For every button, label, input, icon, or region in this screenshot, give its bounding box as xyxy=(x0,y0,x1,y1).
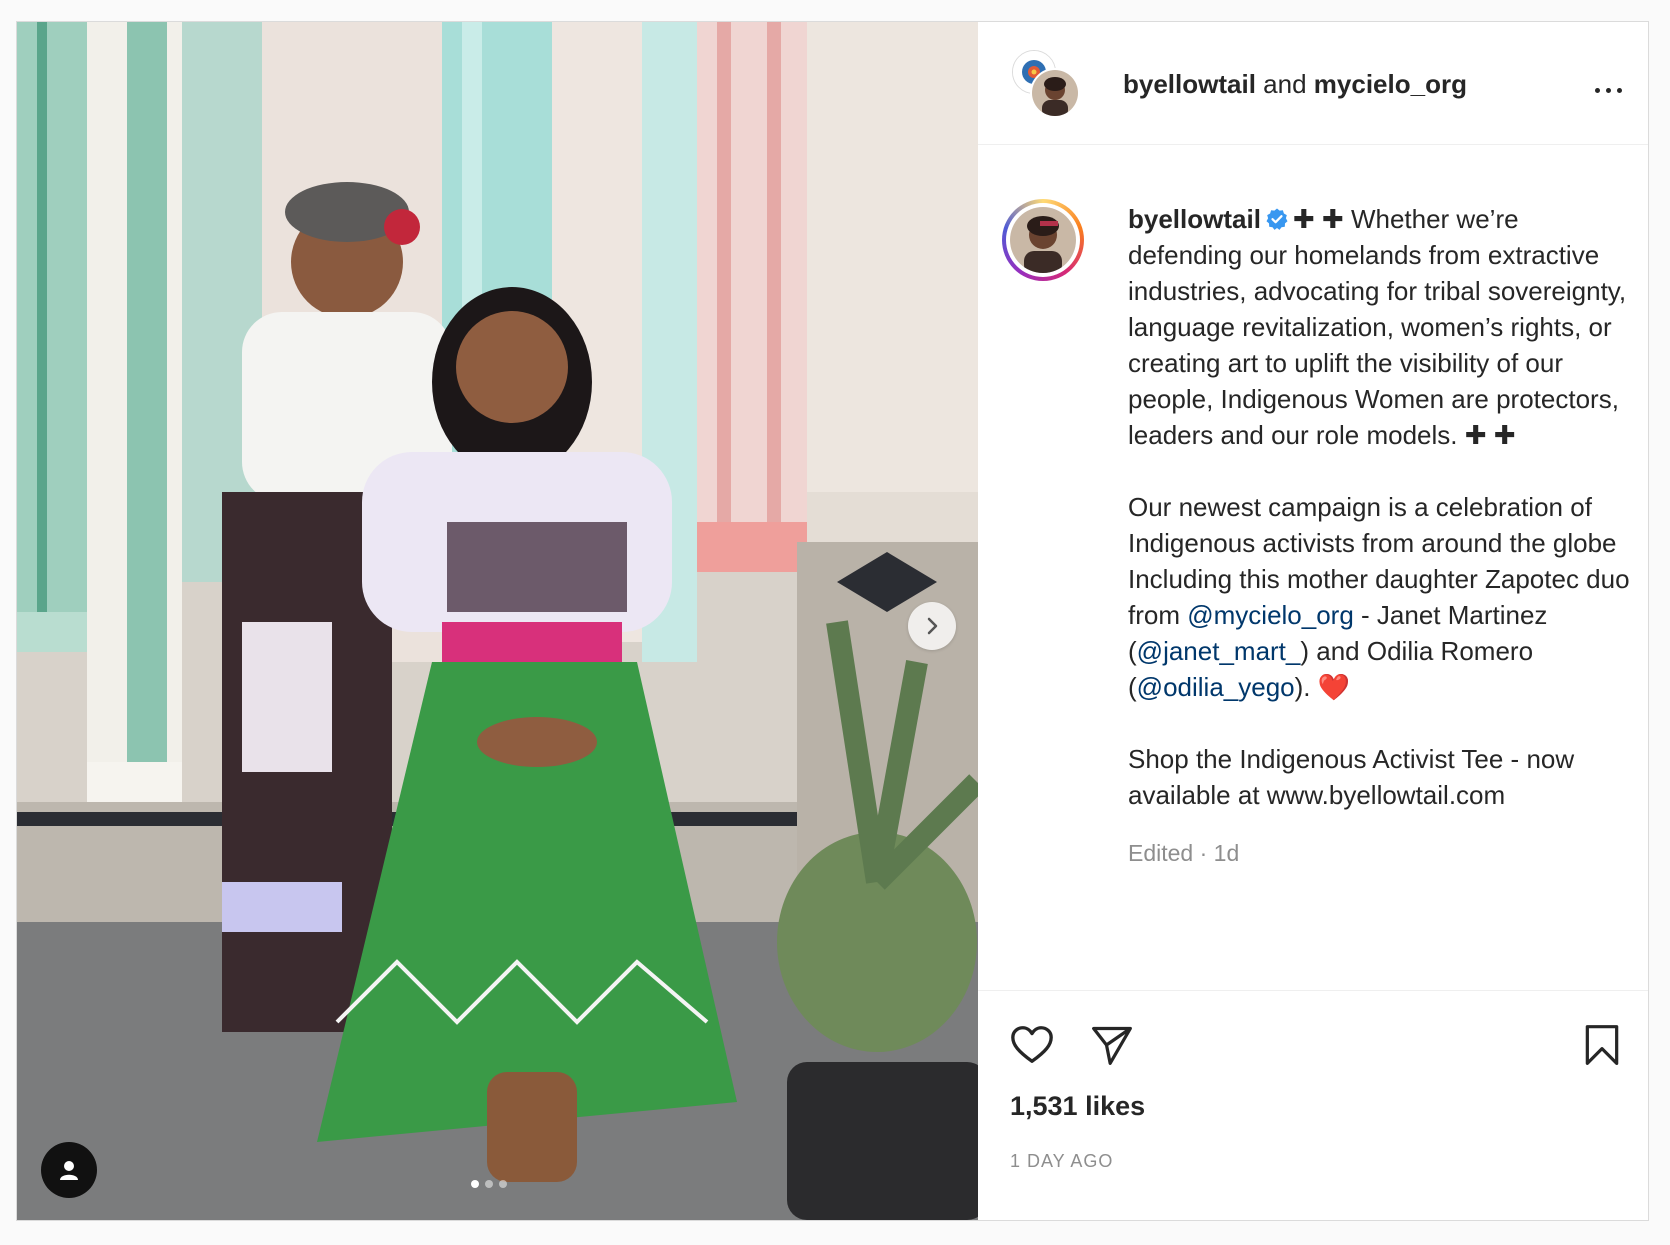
user-tag-icon xyxy=(60,1161,78,1180)
post-side-panel: byellowtail and mycielo_org byellowtail … xyxy=(978,22,1648,1220)
tagged-users-button[interactable] xyxy=(41,1142,97,1198)
caption-paragraph-3: Shop the Indigenous Activist Tee - now a… xyxy=(1128,744,1575,810)
share-button[interactable] xyxy=(1088,1021,1136,1069)
save-button[interactable] xyxy=(1578,1021,1626,1069)
caption-area: byellowtail ✚ ✚ Whether we’re defending … xyxy=(978,145,1648,990)
carousel-dot xyxy=(485,1180,493,1188)
author-username[interactable]: byellowtail xyxy=(1123,69,1256,99)
caption-paragraph-1: ✚ ✚ Whether we’re defending our homeland… xyxy=(1128,204,1627,450)
mention-link[interactable]: @mycielo_org xyxy=(1187,600,1354,630)
heart-icon xyxy=(1011,1026,1053,1063)
post-caption: byellowtail ✚ ✚ Whether we’re defending … xyxy=(1128,201,1633,871)
more-options-icon[interactable] xyxy=(1588,80,1628,100)
caption-paragraph-2d: ). ❤️ xyxy=(1294,672,1351,702)
paper-plane-icon xyxy=(1092,1026,1132,1065)
carousel-dot xyxy=(471,1180,479,1188)
verified-badge-icon xyxy=(1266,208,1288,230)
carousel-next-button[interactable] xyxy=(908,602,956,650)
post-authors: byellowtail and mycielo_org xyxy=(1123,67,1467,101)
like-button[interactable] xyxy=(1008,1021,1056,1069)
post-actions: 1,531 likes 1 DAY AGO xyxy=(978,990,1648,1221)
profile-photo xyxy=(1032,70,1078,116)
instagram-post: byellowtail and mycielo_org byellowtail … xyxy=(16,21,1649,1221)
post-header: byellowtail and mycielo_org xyxy=(978,22,1648,145)
carousel-dot xyxy=(499,1180,507,1188)
edited-timestamp: Edited · 1d xyxy=(1128,840,1240,866)
collab-avatars[interactable] xyxy=(1012,50,1082,120)
post-photo[interactable] xyxy=(17,22,978,1220)
profile-photo xyxy=(1010,207,1076,273)
bookmark-icon xyxy=(1585,1025,1619,1065)
mention-link[interactable]: @odilia_yego xyxy=(1137,672,1295,702)
authors-connector: and xyxy=(1263,69,1307,99)
byellowtail-avatar-small[interactable] xyxy=(1030,68,1080,118)
caption-avatar[interactable] xyxy=(1002,199,1084,281)
caption-separator: ⠀⠀⠀⠀⠀⠀⠀⠀⠀⠀⠀⠀⠀⠀ xyxy=(1128,460,1348,482)
caption-username[interactable]: byellowtail xyxy=(1128,204,1261,234)
carousel-indicator xyxy=(471,1180,507,1188)
chevron-right-icon xyxy=(927,617,938,635)
post-timestamp[interactable]: 1 DAY AGO xyxy=(1010,1151,1113,1172)
caption-separator: ⠀⠀⠀⠀⠀⠀⠀⠀⠀⠀⠀⠀⠀⠀ xyxy=(1128,712,1348,734)
photo-scene xyxy=(17,22,978,1220)
mention-link[interactable]: @janet_mart_ xyxy=(1137,636,1301,666)
collaborator-username[interactable]: mycielo_org xyxy=(1314,69,1467,99)
likes-count[interactable]: 1,531 likes xyxy=(1010,1091,1145,1122)
